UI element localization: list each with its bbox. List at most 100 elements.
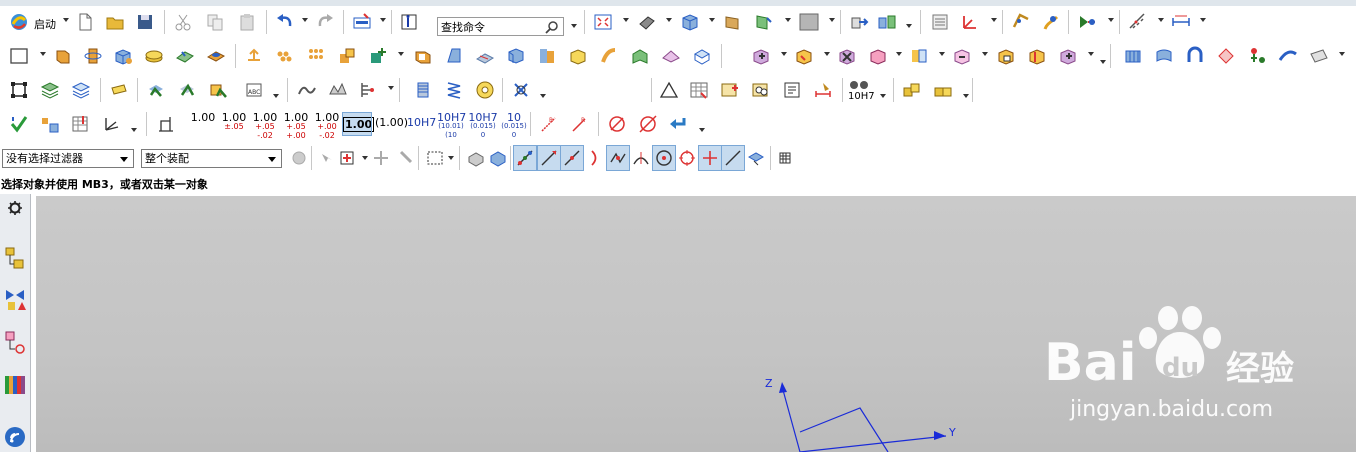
layer-settings-icon[interactable] <box>37 78 63 102</box>
base-view-icon[interactable] <box>748 78 774 102</box>
blend-surface-icon[interactable] <box>1275 44 1301 68</box>
fit-view-icon[interactable] <box>590 10 616 34</box>
tol-bilateral[interactable]: 1.00 +.05 -.02 <box>252 112 278 140</box>
wcs-icon[interactable] <box>957 10 983 34</box>
wave-curve-icon[interactable] <box>294 78 320 102</box>
edit-section-icon[interactable] <box>751 10 777 34</box>
check-clearance-icon[interactable] <box>508 78 534 102</box>
datum-icon[interactable] <box>365 44 391 68</box>
shaded-view-icon[interactable] <box>634 10 660 34</box>
part-family-icon[interactable] <box>930 78 956 102</box>
offset-face-icon[interactable] <box>627 44 653 68</box>
boolean-subtract-icon[interactable] <box>791 44 817 68</box>
wcs-dropdown-icon[interactable] <box>991 18 997 22</box>
tol-symmetric[interactable]: 1.00 ±.05 <box>221 112 247 131</box>
surface-icon[interactable] <box>1120 44 1146 68</box>
csys-dropdown-icon[interactable] <box>131 128 137 132</box>
curve-options-icon[interactable] <box>356 78 382 102</box>
triangle-icon[interactable] <box>656 78 682 102</box>
assembly-scope-select[interactable]: 整个装配 <box>141 149 282 168</box>
drawing-sheet-icon[interactable] <box>717 78 743 102</box>
curve-dropdown-icon[interactable] <box>388 86 394 90</box>
tol-fit[interactable]: 10H7 <box>407 117 436 128</box>
move-selection-icon[interactable] <box>368 146 394 170</box>
save-icon[interactable] <box>132 10 158 34</box>
command-search-input[interactable]: 查找命令 <box>437 17 564 36</box>
snap-arc-center-icon[interactable] <box>652 145 676 171</box>
patch-icon[interactable] <box>949 44 975 68</box>
library-dropdown-icon[interactable] <box>963 94 969 98</box>
redo-icon[interactable] <box>312 10 338 34</box>
text-label-icon[interactable]: ABC <box>241 78 267 102</box>
sketch-dropdown-icon[interactable] <box>40 52 46 56</box>
copy-body-icon[interactable] <box>865 44 891 68</box>
background-icon[interactable] <box>796 10 822 34</box>
trim-body-icon[interactable] <box>534 44 560 68</box>
chamfer-icon[interactable] <box>503 44 529 68</box>
part-list-icon[interactable] <box>410 78 436 102</box>
information-icon[interactable] <box>397 10 423 34</box>
datum-dropdown-icon[interactable] <box>398 52 404 56</box>
split-body-icon[interactable] <box>565 44 591 68</box>
constraint-navigator-icon[interactable] <box>3 288 27 312</box>
paste-icon[interactable] <box>234 10 260 34</box>
reuse-library-icon[interactable] <box>899 78 925 102</box>
assembly-navigator-icon[interactable] <box>927 10 953 34</box>
snap-control-icon[interactable] <box>584 146 606 170</box>
measure-distance-icon[interactable] <box>1008 10 1034 34</box>
radius-center-icon[interactable]: R <box>567 112 593 136</box>
dimension-style-icon[interactable] <box>810 78 836 102</box>
ruler-icon[interactable] <box>1168 10 1194 34</box>
patch-dropdown-icon[interactable] <box>982 52 988 56</box>
diameter-center-icon[interactable] <box>635 112 661 136</box>
visible-layer-icon[interactable] <box>106 78 132 102</box>
show-hide-icon[interactable] <box>143 78 169 102</box>
text-dropdown-icon[interactable] <box>273 94 279 98</box>
rect-select-dropdown-icon[interactable] <box>448 156 454 160</box>
fit-label-dropdown-icon[interactable] <box>880 94 886 98</box>
rectangle-select-icon[interactable] <box>422 146 448 170</box>
character-icon[interactable] <box>1244 44 1270 68</box>
show-all-icon[interactable] <box>205 78 231 102</box>
unite-icon[interactable] <box>334 44 360 68</box>
wrap-icon[interactable] <box>689 44 715 68</box>
ruler-dropdown-icon[interactable] <box>1200 18 1206 22</box>
new-file-icon[interactable] <box>72 10 98 34</box>
row2-more-icon[interactable] <box>1100 60 1106 64</box>
options-dropdown-icon[interactable] <box>380 18 386 22</box>
snap-endpoint-icon[interactable] <box>513 145 537 171</box>
boolean-intersect-icon[interactable] <box>834 44 860 68</box>
through-curves-icon[interactable] <box>1151 44 1177 68</box>
snap-existing-point-icon[interactable] <box>698 145 722 171</box>
sketch-rectangle-icon[interactable] <box>6 44 32 68</box>
fit-dropdown-icon[interactable] <box>623 18 629 22</box>
part-navigator-icon[interactable] <box>3 330 27 354</box>
snap-midpoint-icon[interactable] <box>560 145 584 171</box>
scale-body-icon[interactable] <box>658 44 684 68</box>
selection-filter-select[interactable]: 没有选择过滤器 <box>2 149 134 168</box>
fit-label[interactable]: 10H7 <box>848 91 875 102</box>
hide-icon[interactable] <box>174 78 200 102</box>
section-dropdown-icon[interactable] <box>785 18 791 22</box>
dimension-origin-icon[interactable] <box>154 112 180 136</box>
start-icon[interactable] <box>6 10 32 34</box>
polygon-sketch-icon[interactable] <box>6 78 32 102</box>
snap-point-icon[interactable] <box>334 146 360 170</box>
open-folder-icon[interactable] <box>102 10 128 34</box>
hole-icon[interactable] <box>172 44 198 68</box>
bearing-icon[interactable] <box>472 78 498 102</box>
note-icon[interactable] <box>779 78 805 102</box>
tol-fit-plus[interactable]: 10H7 (0.015) 0 <box>468 112 498 140</box>
spring-icon[interactable] <box>441 78 467 102</box>
orient-view-icon[interactable] <box>677 10 703 34</box>
spline-surface-icon[interactable] <box>325 78 351 102</box>
shell-icon[interactable] <box>410 44 436 68</box>
draft-icon[interactable] <box>441 44 467 68</box>
tol-reference[interactable]: (1.00) <box>375 117 408 128</box>
pattern-feature-icon[interactable] <box>272 44 298 68</box>
table-icon[interactable] <box>686 78 712 102</box>
clearance-dropdown-icon[interactable] <box>540 94 546 98</box>
snap-on-curve-icon[interactable] <box>721 145 745 171</box>
cut-icon[interactable] <box>170 10 196 34</box>
extrude-icon[interactable] <box>50 44 76 68</box>
